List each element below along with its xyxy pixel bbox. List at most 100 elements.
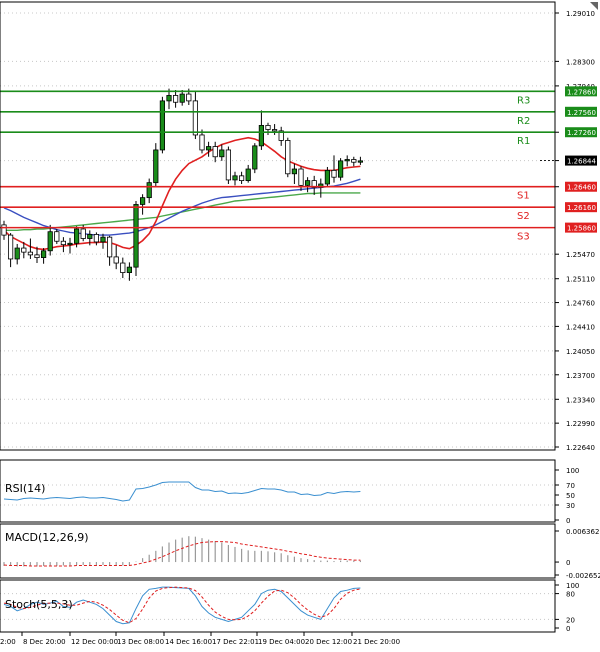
price-tick-label: 1.25110 [566, 276, 595, 284]
level-label-s3: S3 [517, 232, 530, 243]
macd-tick-label: 0.006362 [566, 528, 599, 536]
candle-body [344, 159, 350, 162]
candle-body [238, 175, 245, 182]
candle-body [192, 100, 198, 136]
candle-body [7, 234, 14, 260]
candle-body [212, 146, 218, 158]
level-price-tag-label: 1.27560 [567, 109, 596, 117]
price-tick-label: 1.25470 [566, 251, 595, 259]
candle-body [245, 168, 251, 182]
candle-body [351, 159, 357, 163]
candle-body [47, 231, 53, 252]
rsi-tick-label: 30 [566, 502, 575, 510]
level-price-tag-label: 1.25860 [567, 225, 596, 233]
candle-body [93, 234, 99, 243]
stoch-label: Stoch(5,5,3) [5, 598, 73, 611]
macd-label: MACD(12,26,9) [5, 531, 89, 544]
candle-body [166, 95, 172, 102]
x-tick-label: 20 Dec 12:00 [305, 638, 352, 646]
price-tick-label: 1.28300 [566, 58, 595, 66]
x-tick-label: 21 Dec 20:00 [353, 638, 400, 646]
candle-body [172, 95, 179, 103]
candle-body [199, 134, 205, 151]
candle-body [186, 93, 192, 102]
rsi-tick-label: 50 [566, 492, 575, 500]
macd-tick-label: 0 [566, 559, 570, 567]
current-price-tag-label: 1.26844 [567, 158, 596, 166]
level-price-tag-label: 1.27860 [567, 88, 596, 96]
candle-body [80, 228, 86, 239]
chart-canvas: R3R2R1S1S2S3 1.290101.283001.279401.2726… [0, 0, 600, 652]
candle-body [304, 180, 311, 186]
rsi-tick-label: 0 [566, 517, 570, 525]
rsi-tick-label: 70 [566, 482, 575, 490]
stoch-tick-label: 100 [566, 582, 579, 590]
stoch-tick-label: 20 [566, 616, 575, 624]
candle-body [139, 197, 146, 205]
candle-body [205, 146, 212, 151]
candle-body [331, 169, 337, 178]
candle-body [258, 125, 265, 147]
price-tick-label: 1.24050 [566, 348, 595, 356]
x-tick-label: 12 Dec 00:00 [71, 638, 118, 646]
candle-body [27, 251, 34, 256]
candle-body [285, 140, 291, 175]
x-tick-label: 17 Dec 22:01 [212, 638, 259, 646]
price-tick-label: 1.29010 [566, 10, 595, 18]
candle-body [291, 168, 298, 175]
level-label-r1: R1 [517, 136, 530, 147]
rsi-label: RSI(14) [5, 482, 45, 495]
candle-body [1, 224, 7, 236]
candle-body [337, 160, 344, 178]
candle-body [357, 160, 364, 163]
candle-body [54, 231, 60, 242]
candle-body [232, 175, 238, 181]
x-tick-label: 14 Dec 16:00 [165, 638, 212, 646]
candle-body [324, 169, 331, 185]
stoch-tick-label: 0 [566, 625, 570, 633]
price-tick-label: 1.24410 [566, 323, 595, 331]
candle-body [252, 145, 258, 170]
candle-body [21, 247, 27, 253]
candle-body [100, 236, 106, 243]
candle-body [133, 204, 139, 268]
x-tick-label-partial: 2:00 [0, 638, 16, 646]
candle-body [41, 250, 47, 258]
candle-body [271, 129, 278, 132]
candle-body [265, 125, 271, 130]
x-tick-label: 13 Dec 08:00 [117, 638, 164, 646]
level-label-s1: S1 [517, 191, 530, 202]
candle-body [126, 266, 132, 273]
price-tick-label: 1.22990 [566, 420, 595, 428]
candle-body [120, 262, 126, 273]
candle-body [113, 256, 119, 264]
x-tick-label: 19 Dec 04:00 [258, 638, 305, 646]
price-tick-label: 1.24760 [566, 300, 595, 308]
candle-body [298, 168, 304, 186]
x-tick-label: 8 Dec 20:00 [23, 638, 66, 646]
candle-body [225, 149, 231, 181]
candle-body [179, 93, 185, 103]
candle-body [87, 234, 93, 239]
level-label-s2: S2 [517, 211, 530, 222]
level-label-r3: R3 [517, 95, 530, 106]
candle-body [107, 236, 113, 258]
candle-body [146, 182, 152, 199]
candle-body [153, 149, 159, 184]
level-price-tag-label: 1.26460 [567, 184, 596, 192]
candle-body [219, 149, 225, 158]
candle-body [14, 247, 20, 260]
level-label-r2: R2 [517, 116, 530, 127]
level-price-tag-label: 1.26160 [567, 204, 596, 212]
macd-tick-label: -0.002652 [566, 572, 600, 580]
candle-body [74, 228, 80, 244]
stoch-tick-label: 80 [566, 591, 575, 599]
price-tick-label: 1.22640 [566, 444, 595, 452]
price-tick-label: 1.23340 [566, 396, 595, 404]
candle-body [159, 100, 165, 151]
rsi-tick-label: 100 [566, 467, 579, 475]
candle-body [34, 254, 40, 258]
candle-body [60, 240, 67, 246]
level-price-tag-label: 1.27260 [567, 129, 596, 137]
price-tick-label: 1.23700 [566, 372, 595, 380]
